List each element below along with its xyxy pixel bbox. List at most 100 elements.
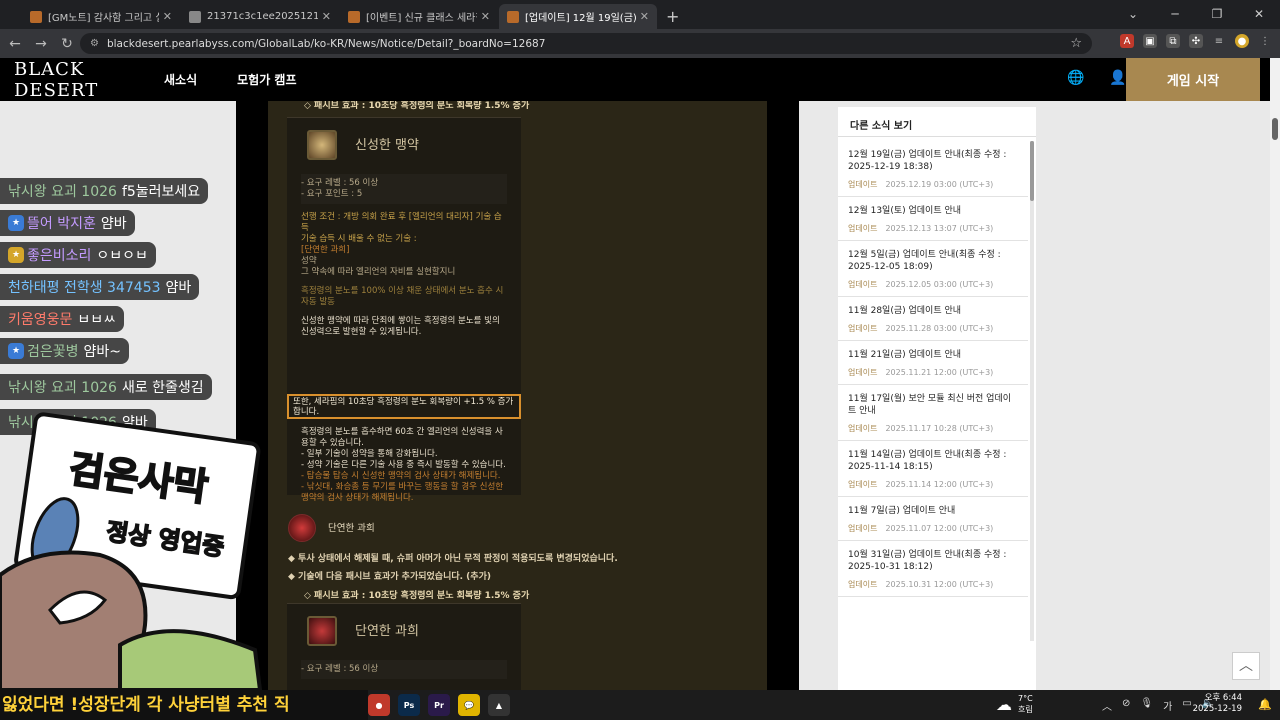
browser-tab-active[interactable]: [업데이트] 12월 19일(금) 업데이 ✕ (499, 4, 657, 29)
passive-effect-line: ◇ 패시브 효과 : 10초당 흑정령의 분노 회복량 1.5% 증가 (304, 101, 530, 111)
news-item-title[interactable]: 12월 13일(토) 업데이트 안내 (848, 205, 1018, 217)
browser-tab[interactable]: [GM노트] 감사함 그리고 설원이 ✕ (22, 4, 180, 29)
browser-tab-strip: [GM노트] 감사함 그리고 설원이 ✕ 21371c3c1ee20251213… (0, 0, 1280, 29)
clock[interactable]: 오후 6:44 2025-12-19 (1193, 693, 1242, 715)
news-item[interactable]: 11월 14일(금) 업데이트 안내(최종 수정 : 2025-11-14 18… (838, 441, 1028, 497)
body-text: - 성약 기술은 다른 기술 사용 중 즉시 발동할 수 있습니다. (301, 460, 506, 470)
weather-temp: 7°C (1018, 694, 1033, 703)
skill-requirements: - 요구 레벨 : 56 이상 - 요구 포인트 : 5 (301, 174, 507, 204)
chat-message: ★ 검은꽃병 얌바~ (0, 338, 130, 364)
page-scroll-thumb[interactable] (1272, 118, 1278, 140)
news-item-category: 업데이트 (848, 368, 878, 377)
news-item-date: 2025.12.19 03:00 (UTC+3) (885, 180, 994, 189)
news-item-title[interactable]: 11월 7일(금) 업데이트 안내 (848, 505, 1018, 517)
tab-favicon-icon (348, 10, 360, 23)
url-text[interactable]: blackdesert.pearlabyss.com/GlobalLab/ko-… (107, 38, 545, 50)
extension-icon[interactable]: ⧉ (1166, 34, 1180, 48)
body-text: 신성한 맹약에 따라 단죄에 쌓이는 흑정령의 분노를 빛의 신성력으로 발현할… (301, 316, 500, 337)
taskbar-app-icon[interactable]: ● (368, 694, 390, 716)
page-scrollbar[interactable] (1270, 58, 1280, 690)
menu-kebab-icon[interactable]: ⋮ (1258, 34, 1272, 48)
stream-ticker: 잃었다면 !성장단계 각 사냥터별 추천 직 (0, 690, 368, 720)
tab-close-icon[interactable]: ✕ (481, 10, 490, 23)
news-item-category: 업데이트 (848, 324, 878, 333)
news-item[interactable]: 10월 31일(금) 업데이트 안내(최종 수정 : 2025-10-31 18… (838, 541, 1028, 597)
news-item[interactable]: 12월 13일(토) 업데이트 안내 업데이트 2025.12.13 13:07 (… (838, 197, 1028, 241)
pdf-extension-icon[interactable]: A (1120, 34, 1134, 48)
ime-indicator[interactable]: 가 (1163, 698, 1172, 713)
news-item-title[interactable]: 11월 21일(금) 업데이트 안내 (848, 349, 1018, 361)
tab-close-icon[interactable]: ✕ (163, 10, 172, 23)
user-icon[interactable]: 👤 (1109, 70, 1126, 86)
forward-icon[interactable]: → (28, 36, 54, 52)
chat-username: 검은꽃병 (27, 344, 79, 360)
tab-title: 21371c3c1ee20251213193714 (207, 11, 318, 22)
nav-adventurer-camp[interactable]: 모험가 캠프 (237, 71, 296, 88)
tab-search-icon[interactable]: ⌄ (1112, 0, 1154, 28)
tab-favicon-icon (507, 10, 519, 23)
news-item[interactable]: 11월 28일(금) 업데이트 안내 업데이트 2025.11.28 03:00 (… (838, 297, 1028, 341)
news-item[interactable]: 11월 7일(금) 업데이트 안내 업데이트 2025.11.07 12:00 (U… (838, 497, 1028, 541)
scroll-to-top-button[interactable]: ︿ (1232, 652, 1260, 680)
change-bullet: ◆ 기술에 다음 패시브 효과가 추가되었습니다. (추가) (288, 572, 491, 582)
news-item-meta: 업데이트 2025.11.14 12:00 (UTC+3) (848, 479, 1018, 490)
clock-time: 오후 6:44 (1204, 693, 1242, 703)
site-info-icon[interactable]: ⚙ (90, 38, 99, 49)
change-bullet: ◆ 투사 상태에서 해제될 때, 슈퍼 아머가 아닌 무적 판정이 적용되도록 … (288, 554, 618, 564)
url-bar[interactable]: ⚙ blackdesert.pearlabyss.com/GlobalLab/k… (80, 33, 1092, 54)
news-item-title[interactable]: 12월 19일(금) 업데이트 안내(최종 수정 : 2025-12-19 18… (848, 149, 1018, 173)
skill-name: 단연한 과희 (355, 623, 419, 639)
globe-icon[interactable]: 🌐 (1067, 70, 1084, 86)
tab-close-icon[interactable]: ✕ (322, 10, 331, 23)
extension-icon[interactable]: ▣ (1143, 34, 1157, 48)
tray-expand-icon[interactable]: ︿ (1102, 698, 1112, 713)
news-scrollbar[interactable] (1030, 141, 1034, 641)
network-icon[interactable]: ⊘ (1122, 698, 1130, 713)
news-item-title[interactable]: 11월 14일(금) 업데이트 안내(최종 수정 : 2025-11-14 18… (848, 449, 1018, 473)
news-scroll-thumb[interactable] (1030, 141, 1034, 201)
news-item-title[interactable]: 12월 5일(금) 업데이트 안내(최종 수정 : 2025-12-05 18:… (848, 249, 1018, 273)
learnable-text: 기술 습득 시 배울 수 없는 기술 : (301, 234, 417, 244)
reading-list-icon[interactable]: ≡ (1212, 34, 1226, 48)
back-icon[interactable]: ← (2, 36, 28, 52)
tab-title: [이벤트] 신규 클래스 세라핌, ! (366, 13, 477, 24)
taskbar-app-icon[interactable]: Ps (398, 694, 420, 716)
restore-icon[interactable]: ❐ (1196, 0, 1238, 28)
new-tab-button[interactable]: + (666, 4, 679, 29)
puzzle-icon[interactable]: ✣ (1189, 34, 1203, 48)
news-item[interactable]: 11월 17일(월) 보안 모듈 최신 버전 업데이트 안내 업데이트 2025.1… (838, 385, 1028, 441)
notification-bell-icon[interactable]: 🔔 (1258, 698, 1272, 711)
browser-tab[interactable]: [이벤트] 신규 클래스 세라핌, ! ✕ (340, 4, 498, 29)
minimize-icon[interactable]: ─ (1154, 0, 1196, 28)
reload-icon[interactable]: ↻ (54, 36, 80, 52)
chat-username: 뜰어 박지훈 (27, 216, 96, 232)
news-item[interactable]: 12월 19일(금) 업데이트 안내(최종 수정 : 2025-12-19 18… (838, 141, 1028, 197)
taskbar-app-icon[interactable]: 💬 (458, 694, 480, 716)
news-item-title[interactable]: 11월 17일(월) 보안 모듈 최신 버전 업데이트 안내 (848, 393, 1018, 417)
weather-widget[interactable]: ☁ 7°C 흐림 (996, 693, 1033, 715)
passive-effect-line: ◇ 패시브 효과 : 10초당 흑정령의 분노 회복량 1.5% 증가 (304, 591, 530, 601)
bookmark-star-icon[interactable]: ☆ (1070, 36, 1082, 51)
tab-close-icon[interactable]: ✕ (640, 10, 649, 23)
close-window-icon[interactable]: ✕ (1238, 0, 1280, 28)
site-logo[interactable]: BLACK DESERT (14, 59, 144, 101)
news-item-date: 2025.11.14 12:00 (UTC+3) (885, 480, 994, 489)
display-icon[interactable]: ▭ (1182, 698, 1191, 713)
profile-avatar[interactable]: ● (1235, 34, 1249, 48)
game-start-button[interactable]: 게임 시작 (1126, 58, 1260, 101)
news-item[interactable]: 11월 21일(금) 업데이트 안내 업데이트 2025.11.21 12:00 (… (838, 341, 1028, 385)
mic-icon[interactable]: 🎙 (1140, 698, 1153, 713)
news-item[interactable]: 12월 5일(금) 업데이트 안내(최종 수정 : 2025-12-05 18:… (838, 241, 1028, 297)
nav-news[interactable]: 새소식 (164, 71, 197, 88)
news-item-title[interactable]: 11월 28일(금) 업데이트 안내 (848, 305, 1018, 317)
chat-badge-icon: ★ (8, 215, 24, 231)
chat-message: ★ 좋은비소리 ㅇㅂㅇㅂ (0, 242, 156, 268)
learnable-skill: [단연한 과희] (301, 245, 350, 255)
news-item-date: 2025.12.05 03:00 (UTC+3) (885, 280, 994, 289)
chat-text: 새로 한줄생김 (121, 380, 204, 396)
browser-tab[interactable]: 21371c3c1ee20251213193714 ✕ (181, 4, 339, 29)
news-item-title[interactable]: 10월 31일(금) 업데이트 안내(최종 수정 : 2025-10-31 18… (848, 549, 1018, 573)
chat-username: 낚시왕 요괴 1026 (8, 380, 117, 396)
taskbar-app-icon[interactable]: ▲ (488, 694, 510, 716)
taskbar-app-icon[interactable]: Pr (428, 694, 450, 716)
